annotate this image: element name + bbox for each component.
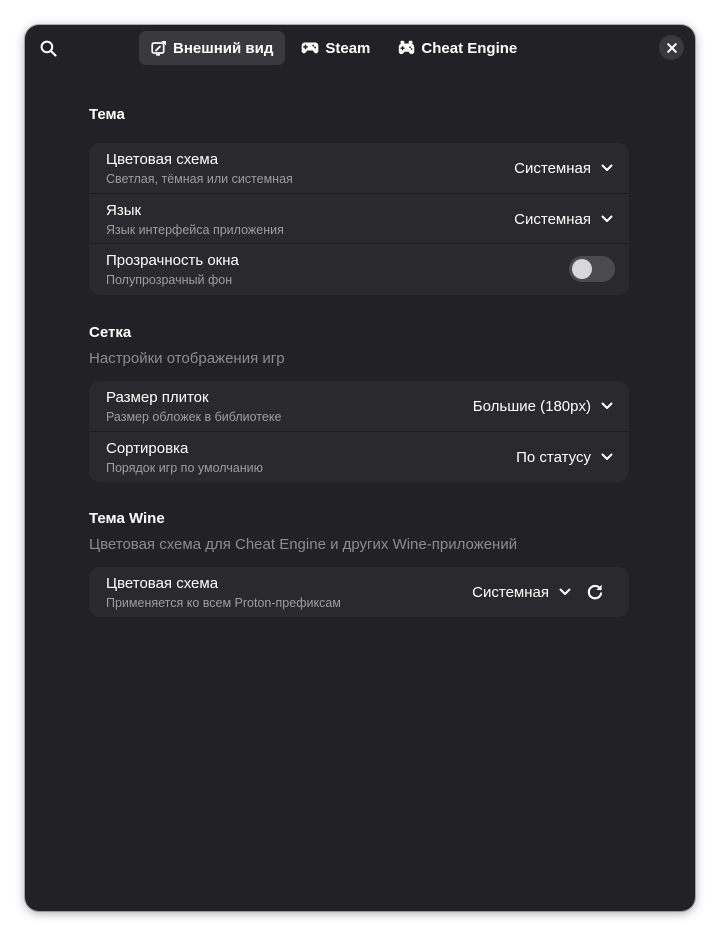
close-icon xyxy=(666,42,677,53)
row-subtitle: Язык интерфейса приложения xyxy=(106,223,284,237)
row-title: Сортировка xyxy=(106,440,189,457)
wine-color-scheme-row[interactable]: Цветовая схема Применяется ко всем Proto… xyxy=(89,567,629,617)
gamepad-alt-icon xyxy=(399,40,415,55)
sorting-row[interactable]: Сортировка Порядок игр по умолчанию По с… xyxy=(89,431,629,481)
settings-window: Внешний вид Steam Cheat Engine Тема Цвет… xyxy=(25,25,695,911)
row-subtitle: Светлая, тёмная или системная xyxy=(106,172,293,186)
tab-steam-label: Steam xyxy=(325,39,371,57)
dropdown-value: Системная xyxy=(472,583,549,601)
language-dropdown[interactable]: Системная xyxy=(514,194,613,244)
theme-group-title: Тема xyxy=(89,106,125,123)
chevron-down-icon xyxy=(601,215,613,222)
tab-appearance-label: Внешний вид xyxy=(173,39,274,57)
dropdown-value: По статусу xyxy=(516,448,591,466)
row-title: Язык xyxy=(106,202,142,219)
apply-wine-theme-button[interactable] xyxy=(583,580,607,604)
wine-list: Цветовая схема Применяется ко всем Proto… xyxy=(89,567,629,617)
refresh-icon xyxy=(587,584,603,600)
window-transparency-row: Прозрачность окна Полупрозрачный фон xyxy=(89,243,629,293)
tab-cheat-engine[interactable]: Cheat Engine xyxy=(386,31,529,65)
transparency-toggle[interactable] xyxy=(569,256,615,282)
grid-group-title: Сетка xyxy=(89,324,132,341)
row-title: Размер плиток xyxy=(106,389,209,406)
chevron-down-icon xyxy=(601,164,613,171)
row-title: Цветовая схема xyxy=(106,575,219,592)
row-subtitle: Размер обложек в библиотеке xyxy=(106,410,282,424)
dropdown-value: Системная xyxy=(514,159,591,177)
tile-size-row[interactable]: Размер плиток Размер обложек в библиотек… xyxy=(89,381,629,431)
row-subtitle: Полупрозрачный фон xyxy=(106,273,233,287)
wine-color-scheme-dropdown[interactable]: Системная xyxy=(472,567,571,617)
row-title: Прозрачность окна xyxy=(106,252,239,269)
view-switcher: Внешний вид Steam Cheat Engine xyxy=(139,31,529,65)
search-button[interactable] xyxy=(35,33,61,63)
theme-list: Цветовая схема Светлая, тёмная или систе… xyxy=(89,143,629,295)
tab-steam[interactable]: Steam xyxy=(289,31,382,65)
row-title: Цветовая схема xyxy=(106,151,219,168)
tab-appearance[interactable]: Внешний вид xyxy=(139,31,286,65)
toggle-knob xyxy=(572,259,592,279)
close-button[interactable] xyxy=(659,35,684,60)
gamepad-icon xyxy=(302,42,319,54)
grid-list: Размер плиток Размер обложек в библиотек… xyxy=(89,381,629,482)
language-row[interactable]: Язык Язык интерфейса приложения Системна… xyxy=(89,193,629,243)
wine-group-description: Цветовая схема для Cheat Engine и других… xyxy=(89,536,518,553)
row-subtitle: Порядок игр по умолчанию xyxy=(106,461,263,475)
grid-group-description: Настройки отображения игр xyxy=(89,350,285,367)
row-subtitle: Применяется ко всем Proton-префиксам xyxy=(106,596,341,610)
chevron-down-icon xyxy=(601,402,613,409)
appearance-icon xyxy=(151,41,166,56)
chevron-down-icon xyxy=(559,588,571,595)
dropdown-value: Большие (180px) xyxy=(472,397,591,415)
header-bar: Внешний вид Steam Cheat Engine xyxy=(25,25,695,71)
search-icon xyxy=(40,40,57,57)
color-scheme-dropdown[interactable]: Системная xyxy=(514,143,613,193)
sorting-dropdown[interactable]: По статусу xyxy=(516,432,613,482)
tab-cheat-engine-label: Cheat Engine xyxy=(421,39,518,57)
dropdown-value: Системная xyxy=(514,210,591,228)
chevron-down-icon xyxy=(601,453,613,460)
tile-size-dropdown[interactable]: Большие (180px) xyxy=(473,381,613,431)
wine-group-title: Тема Wine xyxy=(89,510,165,527)
color-scheme-row[interactable]: Цветовая схема Светлая, тёмная или систе… xyxy=(89,143,629,193)
